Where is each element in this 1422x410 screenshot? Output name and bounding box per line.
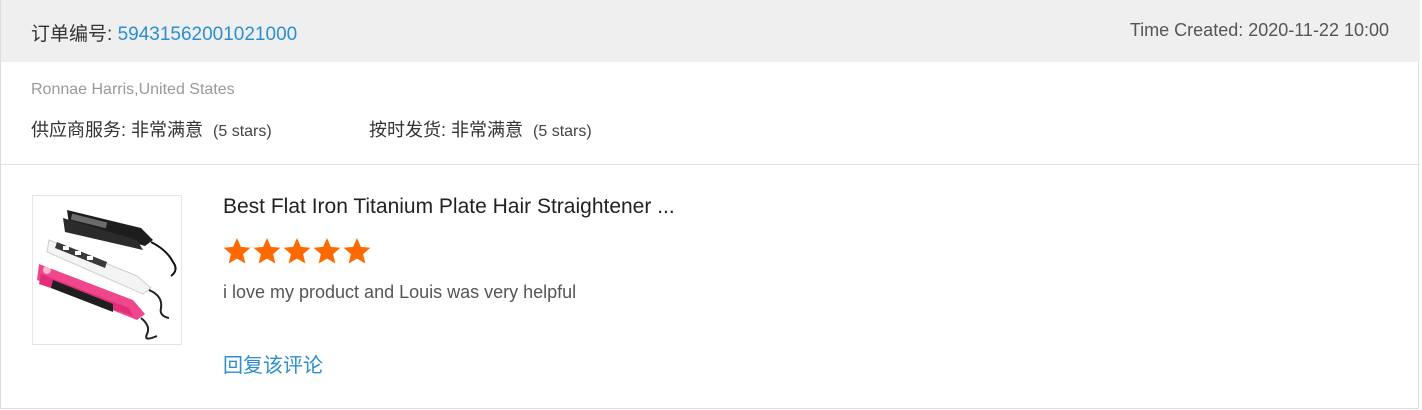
section-divider bbox=[1, 164, 1420, 165]
star-icon bbox=[223, 238, 251, 264]
rating-on-time-shipping: 按时发货: 非常满意 (5 stars) bbox=[369, 116, 592, 142]
review-text: i love my product and Louis was very hel… bbox=[223, 282, 577, 302]
hair-straightener-icon bbox=[37, 210, 177, 340]
buyer-info: Ronnae Harris,United States bbox=[31, 81, 235, 98]
time-created: Time Created: 2020-11-22 10:00 bbox=[1129, 20, 1389, 40]
rating-label: 按时发货: 非常满意 bbox=[369, 120, 524, 140]
rating-stars-count: (5 stars) bbox=[533, 123, 592, 140]
reply-review-link[interactable]: 回复该评论 bbox=[223, 349, 323, 378]
order-number-link[interactable]: 59431562001021000 bbox=[118, 24, 298, 45]
seller-ratings: 供应商服务: 非常满意 (5 stars) 按时发货: 非常满意 (5 stars) bbox=[31, 116, 592, 142]
order-id-label: 订单编号: 59431562001021000 bbox=[31, 19, 297, 46]
pink-straightener bbox=[37, 264, 158, 340]
product-star-rating bbox=[222, 236, 372, 268]
star-icon bbox=[313, 238, 341, 264]
product-image[interactable] bbox=[32, 195, 182, 345]
rating-label: 供应商服务: 非常满意 bbox=[31, 120, 204, 140]
star-icon bbox=[283, 238, 311, 264]
star-icon bbox=[343, 238, 371, 264]
product-title-link[interactable]: Best Flat Iron Titanium Plate Hair Strai… bbox=[223, 195, 675, 219]
rating-supplier-service: 供应商服务: 非常满意 (5 stars) bbox=[31, 116, 272, 142]
order-header: 订单编号: 59431562001021000 Time Created: 20… bbox=[1, 0, 1420, 62]
rating-stars-count: (5 stars) bbox=[213, 123, 272, 140]
star-icon bbox=[253, 238, 281, 264]
order-label-text: 订单编号: bbox=[31, 24, 118, 45]
review-card: 订单编号: 59431562001021000 Time Created: 20… bbox=[0, 0, 1420, 409]
